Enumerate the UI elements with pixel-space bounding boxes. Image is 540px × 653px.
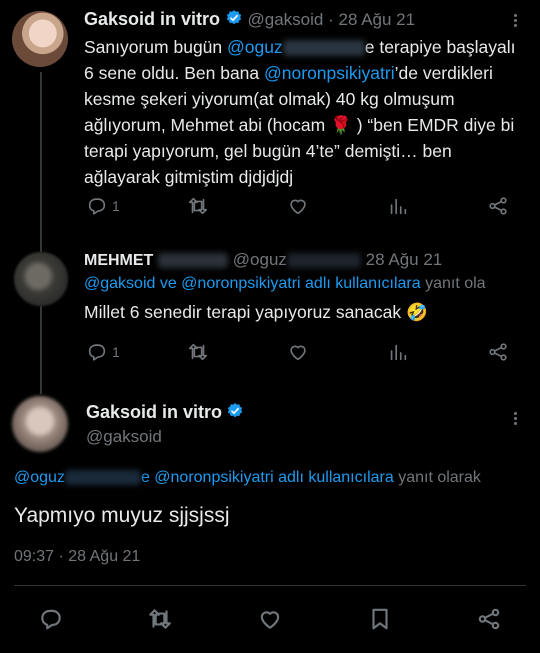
reply-mentions-link[interactable]: e @noronpsikiyatri adlı kullanıcılara (141, 469, 394, 486)
avatar[interactable] (12, 396, 68, 452)
share-button[interactable] (487, 341, 509, 363)
reply-button[interactable]: 1 (86, 341, 120, 363)
avatar[interactable] (14, 252, 68, 306)
like-button[interactable] (287, 195, 309, 217)
main-tweet-name-row: Gaksoid in vitro (86, 402, 244, 425)
like-icon (290, 345, 306, 361)
retweet-icon (188, 197, 208, 215)
analytics-icon (390, 198, 407, 215)
handle[interactable]: @oguz (233, 250, 287, 269)
retweet-icon (149, 609, 171, 629)
reply-context: @oguz e @noronpsikiyatri adlı kullanıcıla… (14, 469, 481, 486)
reply-count: 1 (112, 344, 120, 360)
reply-button[interactable]: 1 (86, 195, 120, 217)
divider (14, 585, 526, 586)
avatar[interactable] (12, 11, 68, 67)
reply-icon (41, 609, 61, 630)
reply-icon (88, 344, 106, 361)
redacted-blur (286, 253, 361, 269)
reply-mentions-link[interactable]: @gaksoid ve @noronpsikiyatri adlı kullan… (84, 275, 421, 292)
handle[interactable]: @gaksoid (248, 10, 324, 29)
retweet-button[interactable] (187, 195, 209, 217)
tweet-header: MEHMET @oguz 28 Ağu 21 (84, 250, 442, 270)
retweet-button[interactable] (147, 606, 173, 632)
more-icon[interactable] (514, 12, 517, 29)
mention-link[interactable]: @noronpsikiyatri (264, 63, 395, 83)
tweet-date[interactable]: 28 Ağu 21 (366, 250, 443, 269)
thread-connector (40, 72, 42, 252)
share-icon (489, 197, 507, 215)
main-tweet-text: Yapmıyo muyuz sjjsjssj (14, 504, 230, 527)
share-icon (489, 343, 507, 361)
handle[interactable]: @gaksoid (86, 427, 162, 447)
separator: · (328, 10, 334, 29)
mention-link[interactable]: @oguz (227, 37, 283, 57)
reply-mention-link[interactable]: @oguz (14, 469, 65, 486)
reply-button[interactable] (38, 606, 64, 632)
tweet-text: Sanıyorum bugün @oguz e terapiye başlayal… (84, 37, 516, 187)
share-button[interactable] (476, 606, 502, 632)
display-name[interactable]: MEHMET (84, 252, 153, 269)
share-icon (478, 608, 500, 630)
like-button[interactable] (287, 341, 309, 363)
share-button[interactable] (487, 195, 509, 217)
reply-icon (88, 198, 106, 215)
retweet-button[interactable] (187, 341, 209, 363)
thread-connector (40, 306, 42, 394)
redacted-blur (158, 253, 229, 269)
like-button[interactable] (257, 606, 283, 632)
like-icon (290, 199, 306, 215)
tweet-header: Gaksoid in vitro @gaksoid · 28 Ağu 21 (84, 9, 415, 32)
redacted-blur (282, 40, 365, 57)
tweet-timestamp[interactable]: 09:37 · 28 Ağu 21 (14, 548, 140, 566)
analytics-button[interactable] (387, 195, 409, 217)
verified-icon (225, 9, 243, 32)
tweet-text: Millet 6 senedir terapi yapıyoruz sanaca… (84, 302, 428, 322)
bookmark-button[interactable] (367, 606, 393, 632)
analytics-icon (390, 344, 407, 361)
reply-count: 1 (112, 198, 120, 214)
display-name[interactable]: Gaksoid in vitro (86, 402, 222, 422)
retweet-icon (188, 343, 208, 361)
more-icon[interactable] (514, 410, 517, 427)
verified-icon (226, 402, 244, 425)
like-icon (260, 611, 280, 629)
display-name[interactable]: Gaksoid in vitro (84, 9, 220, 29)
tweet-date[interactable]: 28 Ağu 21 (339, 10, 416, 29)
analytics-button[interactable] (387, 341, 409, 363)
redacted-blur (64, 470, 141, 486)
bookmark-icon (372, 608, 388, 630)
reply-context: @gaksoid ve @noronpsikiyatri adlı kullan… (84, 275, 486, 292)
